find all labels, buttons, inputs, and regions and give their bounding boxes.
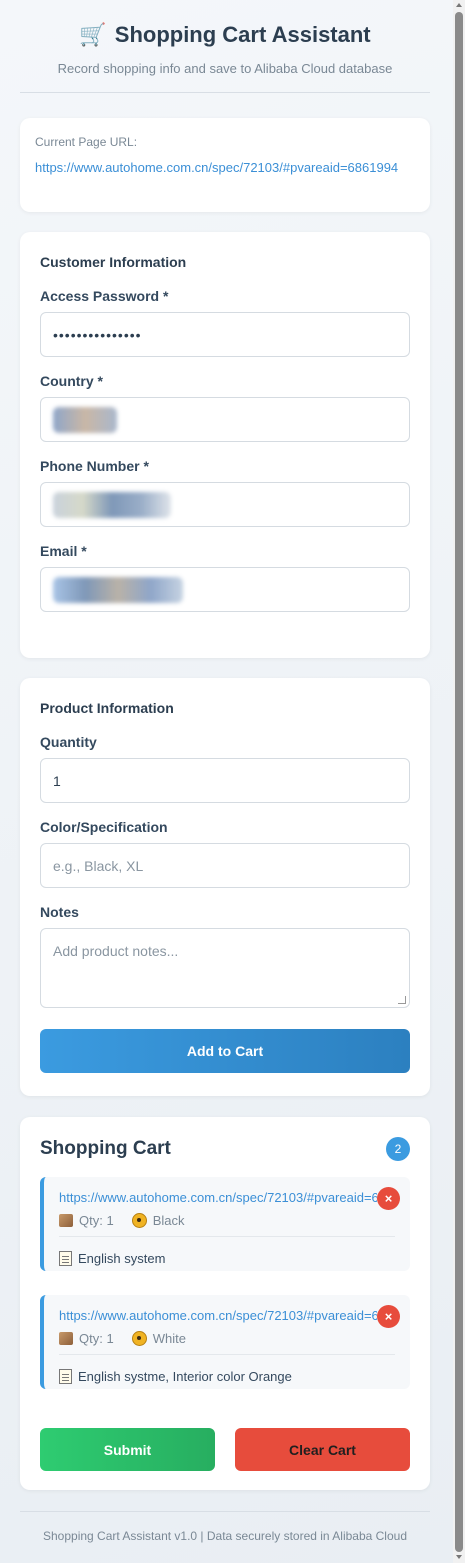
popup-page: 🛒 Shopping Cart Assistant Record shoppin… [20,0,430,1543]
country-input[interactable] [40,397,410,442]
cart-item-notes-text: English systme, Interior color Orange [78,1368,292,1384]
color-input[interactable]: e.g., Black, XL [40,843,410,888]
quantity-label: Quantity [40,734,97,750]
remove-item-button[interactable]: × [377,1187,400,1210]
current-url-card: Current Page URL: https://www.autohome.c… [20,118,430,212]
palette-icon [131,1213,147,1228]
quantity-input[interactable]: 1 [40,758,410,803]
notes-placeholder: Add product notes... [53,943,179,959]
footer: Shopping Cart Assistant v1.0 | Data secu… [20,1511,430,1543]
cart-item-color: Black [131,1213,185,1228]
page-subtitle: Record shopping info and save to Alibaba… [57,61,393,76]
cart-item-qty-text: Qty: 1 [79,1213,114,1228]
submit-button[interactable]: Submit [40,1428,215,1471]
redacted-phone [53,491,171,518]
cart-item-meta: Qty: 1 White [59,1331,395,1355]
cart-actions: Submit Clear Cart [40,1428,410,1471]
shopping-cart-icon: 🛒 [79,22,107,47]
scrollbar[interactable] [453,0,465,1563]
page-title: 🛒 Shopping Cart Assistant [20,22,430,48]
password-value: ••••••••••••••• [53,326,142,343]
cart-title: Shopping Cart [40,1138,171,1159]
cart-item-qty-text: Qty: 1 [79,1331,114,1346]
redacted-country [53,406,117,433]
remove-item-button[interactable]: × [377,1305,400,1328]
cart-item-qty: Qty: 1 [59,1331,114,1346]
redacted-email [53,576,183,603]
add-to-cart-button[interactable]: Add to Cart [40,1029,410,1073]
product-section-title: Product Information [40,700,174,716]
cart-item-color-text: White [152,1331,186,1346]
product-info-card: Product Information Quantity 1 Color/Spe… [20,678,430,1096]
cart-item-meta: Qty: 1 Black [59,1213,395,1237]
color-label: Color/Specification [40,819,168,835]
header: 🛒 Shopping Cart Assistant Record shoppin… [20,0,430,93]
shopping-cart-card: Shopping Cart 2 https://www.autohome.com… [20,1117,430,1490]
phone-input[interactable] [40,482,410,527]
color-placeholder: e.g., Black, XL [53,857,144,874]
cart-item-qty: Qty: 1 [59,1213,114,1228]
password-label: Access Password * [40,288,169,304]
memo-icon [59,1368,72,1384]
cart-item-color-text: Black [152,1213,185,1228]
password-input[interactable]: ••••••••••••••• [40,312,410,357]
customer-info-card: Customer Information Access Password * •… [20,232,430,658]
current-url-label: Current Page URL: [35,135,138,149]
cart-header: Shopping Cart 2 [40,1137,410,1161]
cart-item-notes-text: English system [78,1250,166,1266]
resize-handle-icon[interactable] [398,996,406,1004]
email-input[interactable] [40,567,410,612]
current-url-link[interactable]: https://www.autohome.com.cn/spec/72103/#… [35,158,415,178]
scroll-up-arrow-icon[interactable] [456,3,462,7]
scrollbar-thumb[interactable] [455,12,463,1552]
cart-count-badge: 2 [386,1137,410,1161]
cart-item-url[interactable]: https://www.autohome.com.cn/spec/72103/#… [59,1308,377,1323]
cart-item: https://www.autohome.com.cn/spec/72103/#… [40,1295,410,1389]
cart-item-notes: English systme, Interior color Orange [59,1355,395,1389]
notes-label: Notes [40,904,79,920]
customer-section-title: Customer Information [40,254,187,270]
package-icon [59,1214,73,1227]
palette-icon [131,1331,147,1346]
country-label: Country * [40,373,103,389]
memo-icon [59,1250,72,1266]
notes-textarea[interactable]: Add product notes... [40,928,410,1008]
package-icon [59,1332,73,1345]
quantity-value: 1 [53,772,61,789]
scroll-down-arrow-icon[interactable] [456,1555,462,1559]
cart-item-url[interactable]: https://www.autohome.com.cn/spec/72103/#… [59,1190,377,1205]
phone-label: Phone Number * [40,458,149,474]
clear-cart-button[interactable]: Clear Cart [235,1428,410,1471]
email-label: Email * [40,543,87,559]
cart-item-notes: English system [59,1237,395,1271]
cart-item: https://www.autohome.com.cn/spec/72103/#… [40,1177,410,1271]
page-title-text: Shopping Cart Assistant [114,22,371,47]
cart-item-color: White [131,1331,186,1346]
